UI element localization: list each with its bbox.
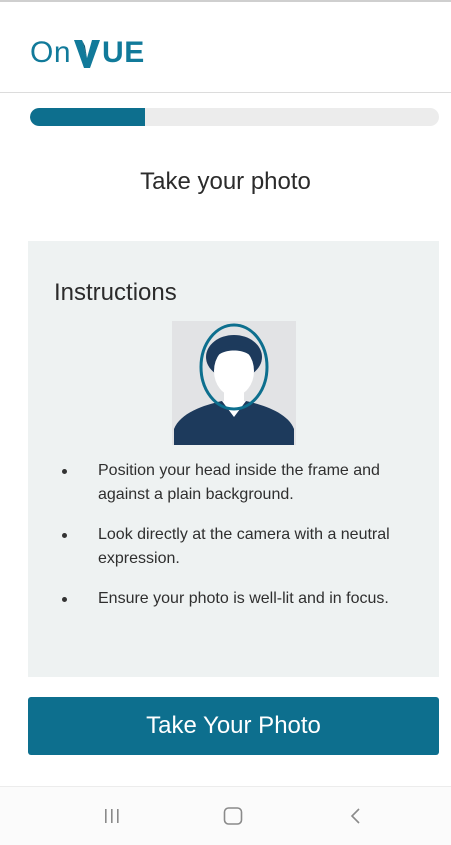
onvue-logo: On UE <box>30 24 145 70</box>
bullet-icon <box>62 533 67 538</box>
take-photo-button[interactable]: Take Your Photo <box>28 697 439 755</box>
instructions-panel: Instructions Position your head inside t… <box>28 241 439 677</box>
bullet-icon <box>62 469 67 474</box>
bullet-icon <box>62 597 67 602</box>
list-item: Ensure your photo is well-lit and in foc… <box>58 587 398 611</box>
system-navigation-bar <box>0 786 451 845</box>
app-header: On UE <box>0 2 451 93</box>
home-icon[interactable] <box>213 801 253 831</box>
logo-on-text: On <box>30 36 72 69</box>
head-position-illustration <box>172 321 296 445</box>
recent-apps-icon[interactable] <box>92 801 132 831</box>
instructions-list: Position your head inside the frame and … <box>58 459 398 627</box>
back-icon[interactable] <box>336 801 376 831</box>
instruction-text: Look directly at the camera with a neutr… <box>98 526 390 567</box>
logo-ue-text: UE <box>102 36 145 69</box>
progress-bar <box>30 108 439 126</box>
instruction-text: Ensure your photo is well-lit and in foc… <box>98 590 389 607</box>
progress-bar-fill <box>30 108 145 126</box>
list-item: Look directly at the camera with a neutr… <box>58 523 398 571</box>
logo-v-mark <box>73 36 101 70</box>
page-title: Take your photo <box>140 168 311 195</box>
list-item: Position your head inside the frame and … <box>58 459 398 507</box>
instruction-text: Position your head inside the frame and … <box>98 462 380 503</box>
instructions-heading: Instructions <box>54 279 177 306</box>
